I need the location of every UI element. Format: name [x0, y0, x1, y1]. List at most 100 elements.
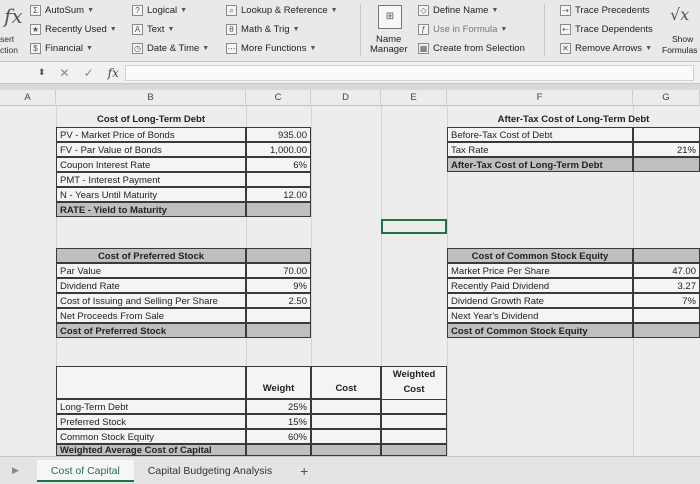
column-header-f[interactable]: F: [447, 90, 633, 106]
common-value-growth[interactable]: 7%: [633, 293, 700, 308]
aftertax-value-before[interactable]: [633, 127, 700, 142]
logical-button[interactable]: ? Logical ▼: [132, 5, 187, 16]
financial-button[interactable]: $ Financial ▼: [30, 43, 93, 54]
wacc-weighted-preferred[interactable]: [381, 414, 447, 429]
use-in-formula-button[interactable]: ƒ Use in Formula ▼: [418, 24, 507, 35]
wacc-weight-debt[interactable]: 25%: [246, 399, 311, 414]
wacc-header-weight[interactable]: Weight: [246, 366, 311, 399]
debt-value-pmt[interactable]: [246, 172, 311, 187]
formula-fx-label[interactable]: fx: [108, 66, 119, 80]
remove-arrows-button[interactable]: ✕ Remove Arrows ▼: [560, 43, 652, 54]
text-button[interactable]: A Text ▼: [132, 24, 174, 35]
preferred-label-netproceeds[interactable]: Net Proceeds From Sale: [56, 308, 246, 323]
debt-value-pv[interactable]: 935.00: [246, 127, 311, 142]
wacc-weight-preferred[interactable]: 15%: [246, 414, 311, 429]
date-time-button[interactable]: ◷ Date & Time ▼: [132, 43, 209, 54]
preferred-result-label[interactable]: Cost of Preferred Stock: [56, 323, 246, 338]
more-functions-button[interactable]: ⋯ More Functions ▼: [226, 43, 316, 54]
wacc-weighted-debt[interactable]: [381, 399, 447, 414]
insert-function-icon[interactable]: fx: [4, 4, 23, 28]
debt-label-n[interactable]: N - Years Until Maturity: [56, 187, 246, 202]
tab-cost-of-capital[interactable]: Cost of Capital: [36, 459, 134, 482]
wacc-label-common[interactable]: Common Stock Equity: [56, 429, 246, 444]
preferred-label-divrate[interactable]: Dividend Rate: [56, 278, 246, 293]
wacc-header-weighted-cost[interactable]: Cost: [381, 382, 447, 399]
wacc-label-debt[interactable]: Long-Term Debt: [56, 399, 246, 414]
wacc-header-blank[interactable]: [56, 366, 246, 399]
selected-cell[interactable]: [381, 219, 447, 234]
wacc-cost-debt[interactable]: [311, 399, 381, 414]
common-label-growth[interactable]: Dividend Growth Rate: [447, 293, 633, 308]
common-label-price[interactable]: Market Price Per Share: [447, 263, 633, 278]
wacc-header-weighted[interactable]: Weighted: [381, 366, 447, 383]
debt-label-pmt[interactable]: PMT - Interest Payment: [56, 172, 246, 187]
common-value-nextdiv[interactable]: [633, 308, 700, 323]
wacc-label-preferred[interactable]: Preferred Stock: [56, 414, 246, 429]
debt-value-coupon[interactable]: 6%: [246, 157, 311, 172]
define-name-button[interactable]: ◇ Define Name ▼: [418, 5, 498, 16]
show-formulas-button[interactable]: Show: [672, 34, 693, 44]
wacc-weight-common[interactable]: 60%: [246, 429, 311, 444]
aftertax-result-label[interactable]: After-Tax Cost of Long-Term Debt: [447, 157, 633, 172]
aftertax-title[interactable]: After-Tax Cost of Long-Term Debt: [447, 112, 700, 127]
wacc-result-cost[interactable]: [311, 444, 381, 456]
column-header-a[interactable]: A: [0, 90, 56, 106]
column-header-c[interactable]: C: [246, 90, 311, 106]
enter-check-icon[interactable]: ✓: [84, 66, 94, 80]
worksheet-grid[interactable]: Cost of Long-Term Debt PV - Market Price…: [0, 106, 700, 456]
preferred-label-issuing[interactable]: Cost of Issuing and Selling Per Share: [56, 293, 246, 308]
column-header-b[interactable]: B: [56, 90, 246, 106]
debt-result-label[interactable]: RATE - Yield to Maturity: [56, 202, 246, 217]
preferred-label-par[interactable]: Par Value: [56, 263, 246, 278]
preferred-title[interactable]: Cost of Preferred Stock: [56, 248, 246, 263]
wacc-weighted-common[interactable]: [381, 429, 447, 444]
common-result-label[interactable]: Cost of Common Stock Equity: [447, 323, 633, 338]
wacc-result-label[interactable]: Weighted Average Cost of Capital: [56, 444, 246, 456]
column-header-g[interactable]: G: [633, 90, 700, 106]
wacc-result-value[interactable]: [381, 444, 447, 456]
column-header-d[interactable]: D: [311, 90, 381, 106]
recently-used-button[interactable]: ★ Recently Used ▼: [30, 24, 117, 35]
common-result-value[interactable]: [633, 323, 700, 338]
trace-dependents-button[interactable]: ⇠ Trace Dependents: [560, 24, 653, 35]
formula-input[interactable]: [124, 64, 694, 81]
trace-precedents-button[interactable]: ⇢ Trace Precedents: [560, 5, 650, 16]
math-trig-button[interactable]: θ Math & Trig ▼: [226, 24, 300, 35]
autosum-button[interactable]: Σ AutoSum ▼: [30, 5, 94, 16]
preferred-result-value[interactable]: [246, 323, 311, 338]
wacc-result-weight[interactable]: [246, 444, 311, 456]
common-title-spacer[interactable]: [633, 248, 700, 263]
debt-value-fv[interactable]: 1,000.00: [246, 142, 311, 157]
tab-capital-budgeting-analysis[interactable]: Capital Budgeting Analysis: [134, 460, 286, 482]
preferred-title-spacer[interactable]: [246, 248, 311, 263]
debt-label-coupon[interactable]: Coupon Interest Rate: [56, 157, 246, 172]
scroll-tabs-icon[interactable]: ▶: [0, 465, 37, 476]
common-value-price[interactable]: 47.00: [633, 263, 700, 278]
debt-value-n[interactable]: 12.00: [246, 187, 311, 202]
aftertax-result-value[interactable]: [633, 157, 700, 172]
cancel-icon[interactable]: ✕: [60, 66, 70, 80]
preferred-value-divrate[interactable]: 9%: [246, 278, 311, 293]
preferred-value-par[interactable]: 70.00: [246, 263, 311, 278]
debt-result-value[interactable]: [246, 202, 311, 217]
wacc-cost-common[interactable]: [311, 429, 381, 444]
debt-title[interactable]: Cost of Long-Term Debt: [56, 112, 246, 127]
preferred-value-netproceeds[interactable]: [246, 308, 311, 323]
preferred-value-issuing[interactable]: 2.50: [246, 293, 311, 308]
common-title[interactable]: Cost of Common Stock Equity: [447, 248, 633, 263]
aftertax-label-before[interactable]: Before-Tax Cost of Debt: [447, 127, 633, 142]
common-label-nextdiv[interactable]: Next Year's Dividend: [447, 308, 633, 323]
aftertax-label-taxrate[interactable]: Tax Rate: [447, 142, 633, 157]
column-header-e[interactable]: E: [381, 90, 447, 106]
name-box-stepper-icon[interactable]: ⬍: [38, 67, 46, 78]
common-label-dividend[interactable]: Recently Paid Dividend: [447, 278, 633, 293]
add-sheet-button[interactable]: +: [286, 460, 322, 482]
wacc-header-cost[interactable]: Cost: [311, 366, 381, 399]
lookup-reference-button[interactable]: ⌕ Lookup & Reference ▼: [226, 5, 338, 16]
create-from-selection-button[interactable]: ▦ Create from Selection: [418, 43, 525, 54]
debt-label-pv[interactable]: PV - Market Price of Bonds: [56, 127, 246, 142]
wacc-cost-preferred[interactable]: [311, 414, 381, 429]
debt-label-fv[interactable]: FV - Par Value of Bonds: [56, 142, 246, 157]
common-value-dividend[interactable]: 3.27: [633, 278, 700, 293]
aftertax-value-taxrate[interactable]: 21%: [633, 142, 700, 157]
